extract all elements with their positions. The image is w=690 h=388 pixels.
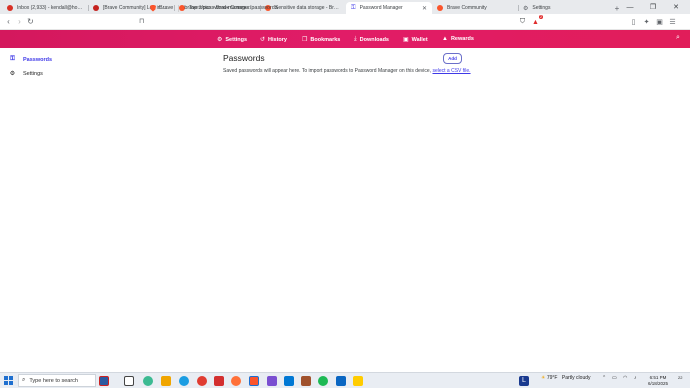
wifi-icon[interactable]: ◠ xyxy=(623,375,627,381)
tab-title: Settings xyxy=(532,5,551,11)
volume-icon[interactable]: ♪ xyxy=(634,375,637,381)
brave-taskbar-icon[interactable] xyxy=(249,376,259,386)
app-icon[interactable] xyxy=(267,376,277,386)
search-icon: ⌕ xyxy=(22,377,26,383)
windows-taskbar: ⌕ Type here to search L ☀ 79°F Partly cl… xyxy=(0,372,690,388)
rewards-badge: 2 xyxy=(539,15,543,19)
taskbar-search-input[interactable]: ⌕ Type here to search xyxy=(18,374,96,387)
notification-badge[interactable]: 22 xyxy=(678,375,682,380)
gmail-favicon-icon xyxy=(7,5,13,11)
nav-wallet[interactable]: ▣ Wallet xyxy=(403,36,428,44)
nav-label: History xyxy=(268,36,287,43)
windows-start-icon[interactable] xyxy=(4,376,13,385)
app-icon[interactable] xyxy=(353,376,363,386)
app-icon[interactable] xyxy=(336,376,346,386)
brave-label: Brave xyxy=(159,5,174,11)
tab-settings[interactable]: ⚙ Settings xyxy=(518,2,604,14)
nav-bookmarks[interactable]: ❐ Bookmarks xyxy=(302,36,341,44)
gear-icon: ⚙ xyxy=(9,71,16,77)
description-text: Saved passwords will appear here. To imp… xyxy=(223,68,432,74)
address-bar[interactable]: Brave brave://password-manager/passwords xyxy=(150,2,528,14)
shield-icon[interactable]: ⛉ xyxy=(517,15,528,29)
history-icon: ↺ xyxy=(260,37,266,43)
gmail-favicon-icon xyxy=(93,5,99,11)
add-password-button[interactable]: Add xyxy=(443,53,462,64)
page-title: Passwords xyxy=(223,53,265,63)
nav-label: Settings xyxy=(225,36,248,43)
select-csv-link[interactable]: select a CSV file. xyxy=(432,68,470,74)
nav-label: Downloads xyxy=(359,36,389,43)
reload-button[interactable]: ↻ xyxy=(25,15,36,29)
weather-widget[interactable]: ☀ 79°F Partly cloudy xyxy=(541,375,591,381)
clock[interactable]: 6:51 PM 6/18/2025 xyxy=(648,375,668,387)
nav-label: Wallet xyxy=(411,36,428,43)
tab-title: Inbox (2,933) - kendall@homerunf... xyxy=(17,5,83,11)
spotify-icon[interactable] xyxy=(318,376,328,386)
key-icon: ⚿ xyxy=(10,56,15,62)
settings-header xyxy=(0,30,690,48)
nav-rewards[interactable]: ▲ Rewards xyxy=(442,36,474,42)
bookmark-icon[interactable]: ⊓ xyxy=(139,17,144,25)
store-icon[interactable] xyxy=(284,376,294,386)
search-placeholder: Type here to search xyxy=(29,377,78,384)
tray-chevron-icon[interactable]: ⌃ xyxy=(602,375,606,381)
forward-button[interactable]: › xyxy=(14,15,25,29)
file-explorer-icon[interactable] xyxy=(161,376,171,386)
wallet-icon[interactable]: ▣ xyxy=(654,15,665,29)
weather-icon: ☀ xyxy=(541,375,546,381)
clock-date: 6/18/2025 xyxy=(648,381,669,386)
office-icon[interactable] xyxy=(214,376,224,386)
firefox-icon[interactable] xyxy=(231,376,241,386)
maximize-button[interactable]: ❐ xyxy=(643,0,663,14)
back-button[interactable]: ‹ xyxy=(3,15,14,29)
url-text[interactable]: brave://password-manager/passwords xyxy=(184,5,277,11)
wallet-icon: ▣ xyxy=(403,37,409,43)
nav-label: Rewards xyxy=(450,36,474,42)
extensions-icon[interactable]: ✦ xyxy=(641,15,652,29)
search-icon[interactable]: ⌕ xyxy=(676,34,680,42)
brave-lion-icon xyxy=(150,4,156,12)
brave-chip: Brave xyxy=(150,4,180,12)
nav-label: Bookmarks xyxy=(310,36,341,43)
rewards-icon[interactable]: ▲ 2 xyxy=(530,15,543,29)
download-icon: ⤓ xyxy=(354,36,357,42)
copilot-icon[interactable] xyxy=(143,376,153,386)
network-icon[interactable]: ▭ xyxy=(612,375,617,381)
minimize-button[interactable]: — xyxy=(620,0,640,14)
toolbar: ‹ › ↻ xyxy=(0,14,690,30)
sidebar-item-label: Passwords xyxy=(23,56,53,63)
task-view-icon[interactable] xyxy=(124,376,134,386)
sidebar-toggle-icon[interactable]: ▯ xyxy=(628,15,639,29)
weather-temp: 79°F xyxy=(546,375,558,381)
chrome-icon[interactable] xyxy=(197,376,207,386)
empty-state-description: Saved passwords will appear here. To imp… xyxy=(223,68,471,74)
sidebar-item-passwords[interactable]: ⚿ Passwords xyxy=(8,56,52,63)
edge-icon[interactable] xyxy=(179,376,189,386)
nav-settings[interactable]: ⚙ Settings xyxy=(217,36,248,44)
nav-history[interactable]: ↺ History xyxy=(260,36,287,44)
app-icon[interactable] xyxy=(301,376,311,386)
nav-downloads[interactable]: ⤓ Downloads xyxy=(354,36,389,43)
tab-gmail[interactable]: Inbox (2,933) - kendall@homerunf... xyxy=(2,2,88,14)
rewards-icon: ▲ xyxy=(442,36,448,42)
sidebar-item-label: Settings xyxy=(23,70,43,77)
close-window-button[interactable]: ✕ xyxy=(666,0,686,14)
sidebar-item-settings[interactable]: ⚙ Settings xyxy=(8,70,43,78)
gear-icon: ⚙ xyxy=(217,37,223,43)
bookmarks-icon: ❐ xyxy=(302,37,308,43)
hamburger-menu-icon[interactable]: ☰ xyxy=(667,15,678,29)
app-l-icon[interactable]: L xyxy=(519,376,529,386)
weather-desc: Partly cloudy xyxy=(561,375,591,381)
flag-app-icon[interactable] xyxy=(99,376,109,386)
